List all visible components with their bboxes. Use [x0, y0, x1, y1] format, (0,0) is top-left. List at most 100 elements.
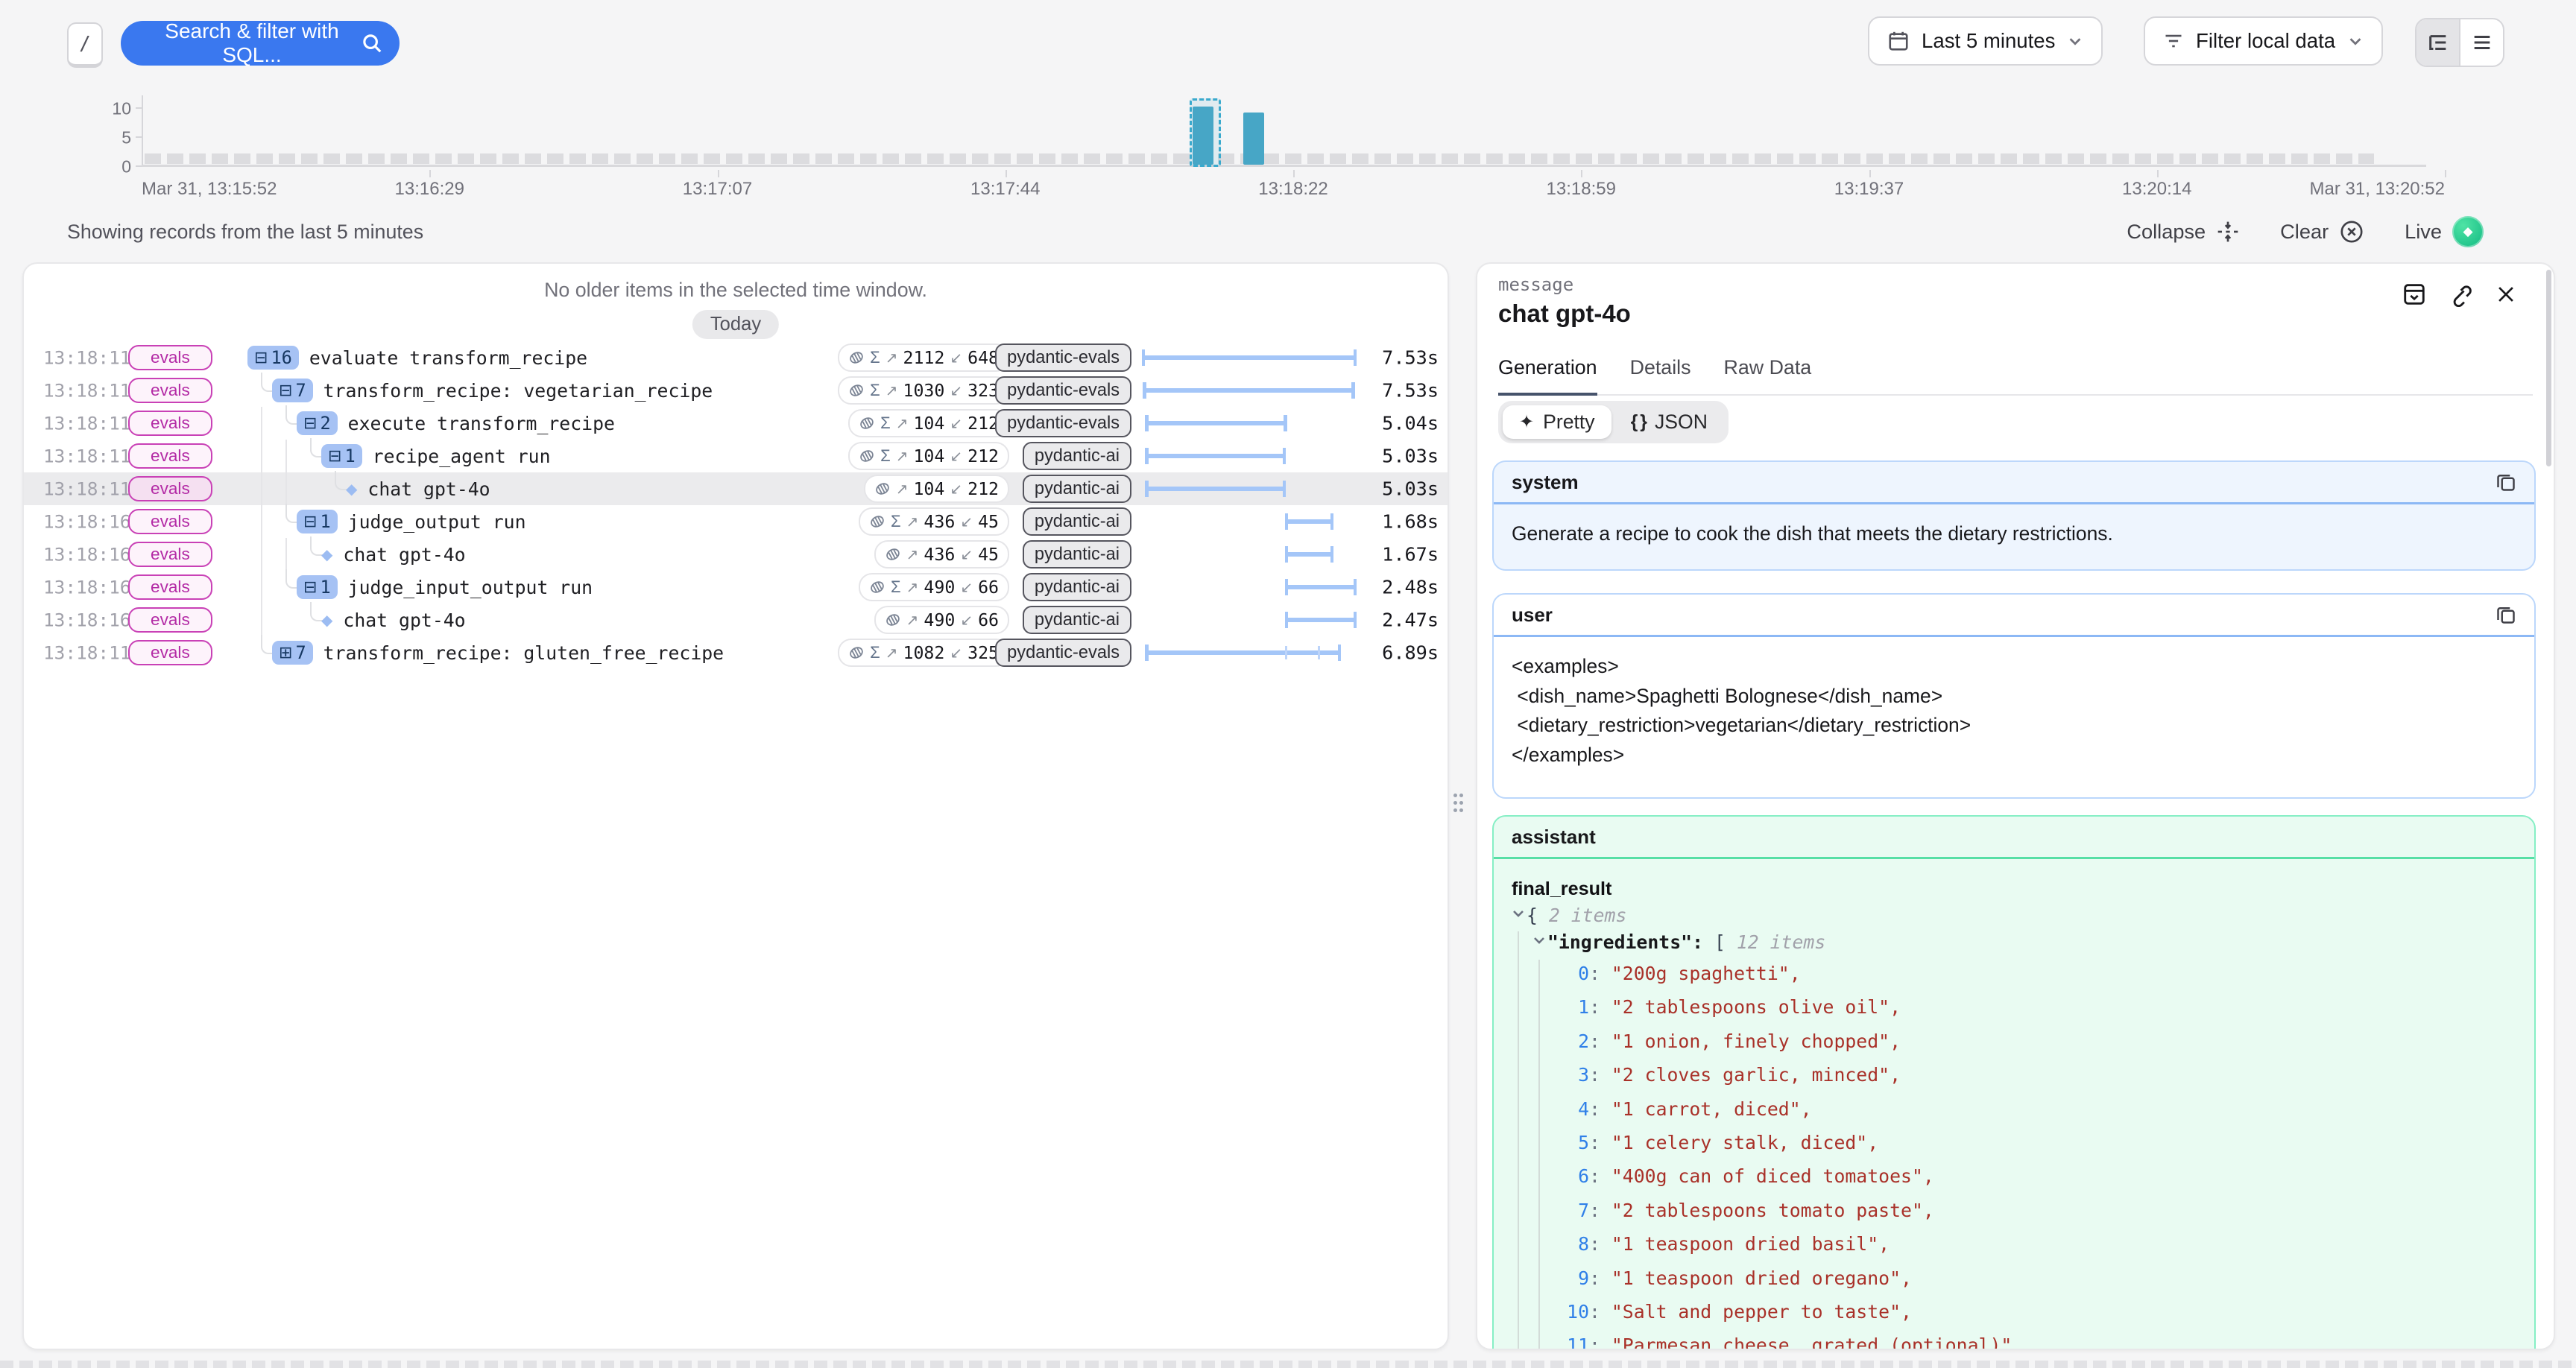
output-tokens-count: 325 — [967, 643, 999, 663]
pretty-toggle-button[interactable]: ✦ Pretty — [1503, 405, 1611, 439]
package-tag-badge[interactable]: pydantic-evals — [995, 376, 1131, 405]
duration-sub-tick — [1285, 646, 1288, 659]
span-duration-bar — [1143, 480, 1355, 498]
tab-generation[interactable]: Generation — [1498, 356, 1597, 396]
collapse-toggle-button[interactable]: ⊞7 — [272, 641, 313, 665]
duration-text: 2.48s — [1382, 577, 1439, 598]
json-key-line[interactable]: "ingredients": [ 12 items — [1512, 929, 2516, 957]
trace-row[interactable]: 13:18:11evals⊞7transform_recipe: gluten_… — [24, 636, 1448, 669]
duration-start-cap — [1285, 612, 1288, 628]
json-array-item: 8: "1 teaspoon dried basil", — [1512, 1227, 2516, 1261]
final-result-label: final_result — [1512, 878, 2516, 900]
json-toggle-button[interactable]: { } JSON — [1614, 405, 1724, 439]
caret-down-icon[interactable] — [1532, 930, 1547, 957]
input-tokens-arrow-icon: ↗ — [906, 611, 919, 630]
project-badge[interactable]: evals — [128, 443, 212, 469]
span-name: chat gpt-4o — [343, 609, 465, 631]
flat-list-view-button[interactable] — [2459, 19, 2503, 66]
copy-link-icon[interactable] — [2448, 282, 2473, 307]
package-tag-badge[interactable]: pydantic-ai — [1023, 540, 1131, 569]
copy-icon[interactable] — [2496, 472, 2516, 493]
span-duration-bar — [1143, 414, 1355, 432]
close-icon[interactable] — [2494, 282, 2518, 306]
panel-resize-handle[interactable] — [1450, 791, 1468, 818]
collapse-toggle-button[interactable]: ⊟2 — [297, 411, 338, 435]
trace-row[interactable]: 13:18:16evals⊟1judge_output runΣ↗436↙45p… — [24, 505, 1448, 538]
x-tick — [1869, 170, 1878, 177]
project-badge[interactable]: evals — [128, 345, 212, 370]
copy-icon[interactable] — [2496, 604, 2516, 625]
collapse-toggle-button[interactable]: ⊟1 — [297, 510, 338, 533]
trace-row[interactable]: 13:18:11evals⊟7transform_recipe: vegetar… — [24, 374, 1448, 407]
duration-end-cap — [1283, 448, 1286, 464]
search-input[interactable]: Search & filter with SQL... — [121, 21, 400, 66]
package-tag-badge[interactable]: pydantic-evals — [995, 639, 1131, 667]
trace-row[interactable]: 13:18:11evals⊟1recipe_agent runΣ↗104↙212… — [24, 440, 1448, 472]
item-value: "200g spaghetti", — [1611, 963, 1801, 984]
detail-scrollbar[interactable] — [2546, 270, 2551, 466]
timeline-bar[interactable] — [1193, 107, 1213, 165]
input-tokens-arrow-icon: ↗ — [906, 545, 919, 564]
project-badge[interactable]: evals — [128, 542, 212, 567]
calendar-icon — [1887, 30, 1910, 52]
package-tag-badge[interactable]: pydantic-ai — [1023, 606, 1131, 634]
duration-text: 1.68s — [1382, 511, 1439, 533]
collapse-toggle-button[interactable]: ⊟1 — [297, 575, 338, 599]
live-toggle[interactable]: Live ◆ — [2405, 216, 2484, 247]
package-tag-badge[interactable]: pydantic-ai — [1023, 507, 1131, 536]
date-pill[interactable]: Today — [692, 310, 779, 339]
tab-details[interactable]: Details — [1630, 356, 1691, 394]
timeline-bar[interactable] — [1243, 113, 1264, 165]
row-timestamp: 13:18:11 — [43, 642, 130, 664]
duration-line — [1287, 552, 1332, 557]
x-tick-label: Mar 31, 13:15:52 — [142, 179, 277, 200]
trace-row[interactable]: 13:18:16evals◆chat gpt-4o↗490↙66pydantic… — [24, 604, 1448, 636]
tab-raw-data[interactable]: Raw Data — [1724, 356, 1812, 394]
duration-start-cap — [1145, 481, 1148, 497]
sigma-total-icon: Σ — [870, 381, 880, 400]
package-tag-badge[interactable]: pydantic-ai — [1023, 475, 1131, 503]
project-badge[interactable]: evals — [128, 411, 212, 436]
json-root-line[interactable]: { 2 items — [1512, 903, 2516, 929]
package-tag-badge[interactable]: pydantic-ai — [1023, 573, 1131, 601]
collapse-toggle-button[interactable]: ⊟7 — [272, 379, 313, 402]
x-tick — [1006, 170, 1014, 177]
trace-row[interactable]: 13:18:16evals◆chat gpt-4o↗436↙45pydantic… — [24, 538, 1448, 571]
trace-row[interactable]: 13:18:11evals◆chat gpt-4o↗104↙212pydanti… — [24, 472, 1448, 505]
caret-down-icon[interactable] — [1512, 904, 1527, 929]
span-duration-bar — [1143, 578, 1355, 596]
item-index: 11 — [1562, 1329, 1589, 1350]
render-mode-toggle: ✦ Pretty { } JSON — [1498, 401, 1729, 443]
tree-guide-line — [261, 472, 262, 505]
package-tag-badge[interactable]: pydantic-evals — [995, 409, 1131, 437]
span-cell: ⊟16evaluate transform_recipe — [247, 341, 587, 374]
package-tag-badge[interactable]: pydantic-ai — [1023, 442, 1131, 470]
tree-view-button[interactable] — [2416, 19, 2459, 66]
time-range-dropdown[interactable]: Last 5 minutes — [1868, 16, 2103, 66]
collapse-all-button[interactable]: Collapse — [2127, 220, 2240, 244]
duration-line — [1144, 388, 1353, 393]
project-badge[interactable]: evals — [128, 476, 212, 501]
trace-row[interactable]: 13:18:16evals⊟1judge_input_output runΣ↗4… — [24, 571, 1448, 604]
output-tokens-arrow-icon: ↙ — [960, 611, 973, 630]
trace-row[interactable]: 13:18:11evals ⊟16evaluate transform_recip… — [24, 341, 1448, 374]
trace-row[interactable]: 13:18:11evals⊟2execute transform_recipeΣ… — [24, 407, 1448, 440]
project-badge[interactable]: evals — [128, 509, 212, 534]
package-tag-badge[interactable]: pydantic-evals — [995, 343, 1131, 372]
item-value: "1 celery stalk, diced", — [1611, 1132, 1878, 1153]
item-index: 0 — [1562, 957, 1589, 990]
collapse-minus-icon: ⊟ — [328, 448, 341, 464]
save-view-icon[interactable] — [2402, 282, 2427, 307]
row-timestamp: 13:18:11 — [43, 347, 130, 369]
clear-button[interactable]: Clear — [2280, 219, 2364, 244]
project-badge[interactable]: evals — [128, 378, 212, 403]
collapse-toggle-button[interactable]: ⊟16 — [247, 346, 299, 370]
input-tokens-arrow-icon: ↗ — [896, 414, 909, 433]
project-badge[interactable]: evals — [128, 607, 212, 633]
project-badge[interactable]: evals — [128, 640, 212, 665]
row-timestamp: 13:18:16 — [43, 609, 130, 631]
filter-local-data-dropdown[interactable]: Filter local data — [2144, 16, 2383, 66]
collapse-toggle-button[interactable]: ⊟1 — [321, 444, 362, 468]
json-array-item: 9: "1 teaspoon dried oregano", — [1512, 1261, 2516, 1295]
project-badge[interactable]: evals — [128, 574, 212, 600]
